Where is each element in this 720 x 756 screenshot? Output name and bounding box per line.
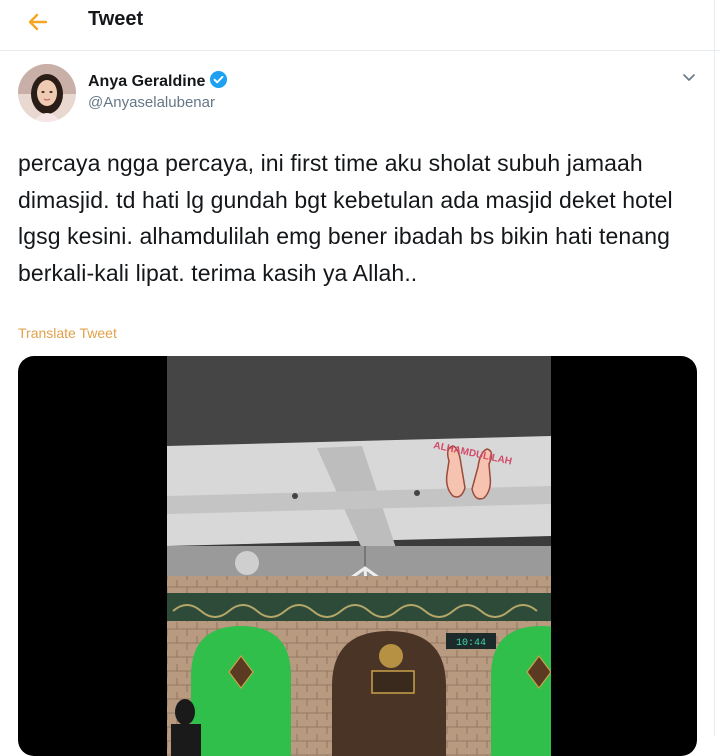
column-divider (714, 0, 715, 736)
chevron-down-icon[interactable] (678, 66, 700, 88)
video-frame: 10:44 ALHAMDULILAH (167, 356, 551, 756)
arrow-left-icon[interactable] (24, 8, 52, 36)
page-title: Tweet (88, 8, 144, 30)
tweet-video[interactable]: 10:44 ALHAMDULILAH (18, 356, 697, 756)
author-name-row: Anya Geraldine (88, 70, 228, 94)
top-bar: Tweet (0, 0, 720, 51)
translate-tweet-link[interactable]: Translate Tweet (18, 325, 117, 341)
author-handle[interactable]: @Anyaselalubenar (88, 94, 215, 111)
clock-readout: 10:44 (456, 638, 486, 649)
avatar[interactable] (18, 64, 76, 122)
tweet-text: percaya ngga percaya, ini first time aku… (18, 150, 673, 286)
author-name[interactable]: Anya Geraldine (88, 73, 205, 91)
verified-badge-icon (209, 70, 228, 94)
